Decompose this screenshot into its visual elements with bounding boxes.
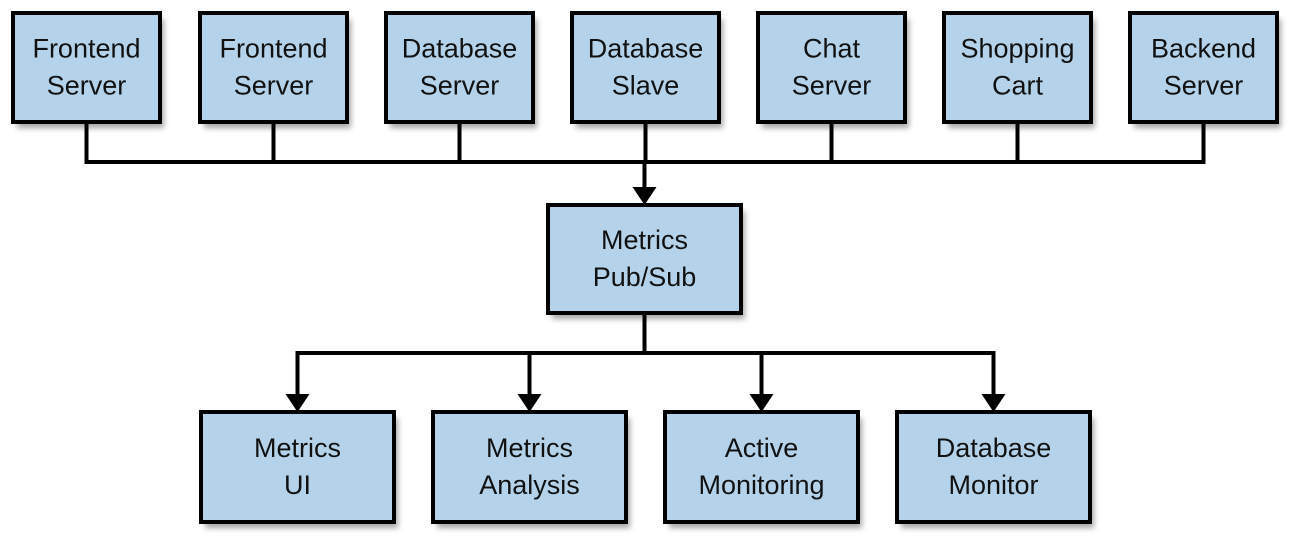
node-box — [384, 11, 535, 124]
node-label: UI — [284, 470, 311, 500]
node-database-slave: Database Slave — [570, 11, 723, 128]
node-label: Database — [402, 34, 518, 64]
node-frontend-server-2: Frontend Server — [198, 11, 351, 128]
node-label: Frontend — [219, 34, 327, 64]
node-box — [11, 11, 162, 124]
node-label: Analysis — [479, 470, 580, 500]
node-label: Metrics — [486, 433, 573, 463]
node-chat-server: Chat Server — [756, 11, 909, 128]
node-label: Monitoring — [698, 470, 824, 500]
node-label: Active — [725, 433, 799, 463]
node-box — [199, 410, 396, 524]
node-label: Monitor — [948, 470, 1038, 500]
node-label: Slave — [612, 71, 680, 101]
node-box — [895, 410, 1092, 524]
node-label: Chat — [803, 34, 861, 64]
node-metrics-pubsub: Metrics Pub/Sub — [546, 203, 745, 319]
node-box — [431, 410, 628, 524]
node-label: Backend — [1151, 34, 1256, 64]
node-label: Cart — [992, 71, 1044, 101]
node-label: Metrics — [254, 433, 341, 463]
node-box — [663, 410, 860, 524]
node-metrics-ui: Metrics UI — [199, 410, 398, 528]
node-backend-server: Backend Server — [1128, 11, 1281, 128]
node-shopping-cart: Shopping Cart — [942, 11, 1095, 128]
node-label: Server — [420, 71, 500, 101]
nodes: Frontend Server Frontend Server Database Serv… — [11, 11, 1281, 528]
node-label: Server — [1164, 71, 1244, 101]
node-label: Server — [234, 71, 314, 101]
node-frontend-server-1: Frontend Server — [11, 11, 164, 128]
node-metrics-analysis: Metrics Analysis — [431, 410, 630, 528]
node-label: Shopping — [960, 34, 1074, 64]
consumer-arrowhead — [749, 394, 774, 412]
node-label: Server — [47, 71, 127, 101]
consumer-arrowhead — [517, 394, 542, 412]
node-active-monitoring: Active Monitoring — [663, 410, 862, 528]
node-box — [756, 11, 907, 124]
node-label: Server — [792, 71, 872, 101]
node-box — [546, 203, 743, 315]
hub-input-arrowhead — [632, 187, 657, 205]
node-box — [570, 11, 721, 124]
architecture-diagram: Frontend Server Frontend Server Database Serv… — [11, 11, 1281, 528]
node-box — [198, 11, 349, 124]
node-label: Pub/Sub — [593, 262, 697, 292]
node-database-monitor: Database Monitor — [895, 410, 1094, 528]
node-label: Database — [936, 433, 1052, 463]
node-box — [1128, 11, 1279, 124]
node-database-server: Database Server — [384, 11, 537, 128]
node-box — [942, 11, 1093, 124]
node-label: Database — [588, 34, 704, 64]
consumer-arrowhead — [981, 394, 1006, 412]
consumer-arrowhead — [285, 394, 310, 412]
node-label: Metrics — [601, 225, 688, 255]
node-label: Frontend — [32, 34, 140, 64]
